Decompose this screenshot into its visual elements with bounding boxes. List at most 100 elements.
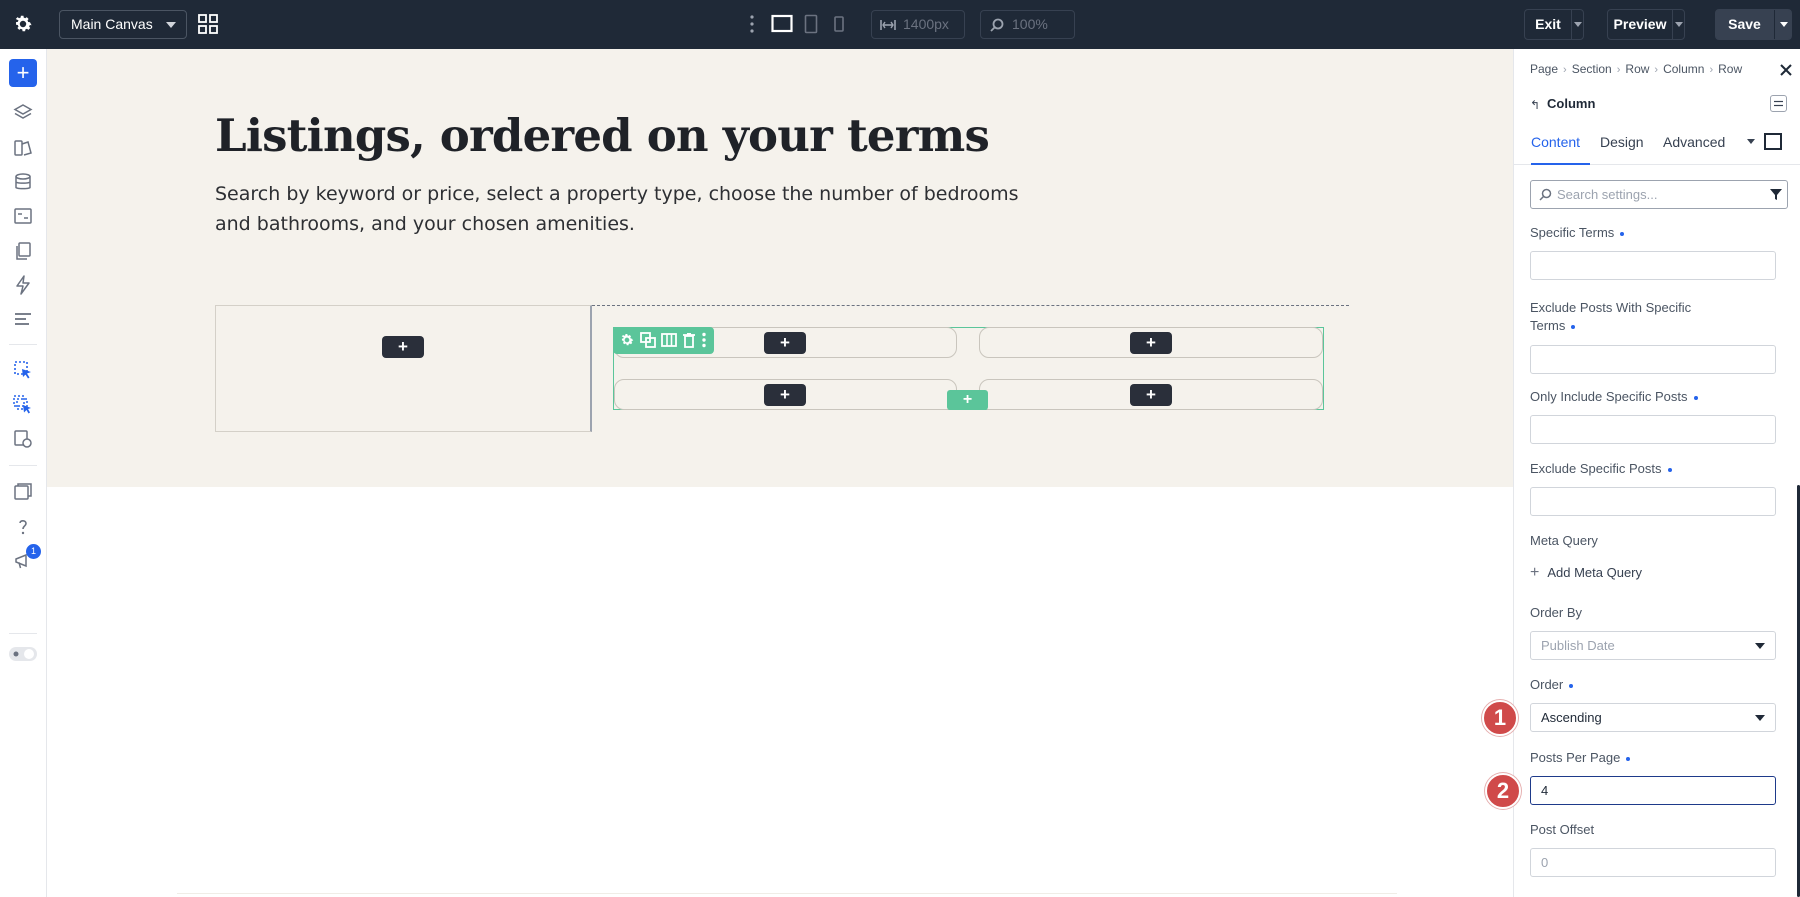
post-offset-input[interactable]: 0 xyxy=(1530,848,1776,877)
meta-query-label: Meta Query xyxy=(1530,533,1598,548)
add-row-button[interactable]: + xyxy=(947,390,988,410)
settings-search[interactable]: Search settings... xyxy=(1530,180,1788,209)
add-meta-query-button[interactable]: + Add Meta Query xyxy=(1530,564,1642,582)
lightning-icon[interactable] xyxy=(13,275,33,295)
add-element-button[interactable]: + xyxy=(9,59,37,87)
preview-dropdown-icon[interactable] xyxy=(1675,22,1683,27)
back-arrow-icon[interactable]: ↰ xyxy=(1530,98,1540,112)
tab-advanced[interactable]: Advanced xyxy=(1663,133,1725,165)
canvas-select[interactable]: Main Canvas xyxy=(59,10,187,39)
database-icon[interactable] xyxy=(13,172,33,192)
zoom-input[interactable]: 100% xyxy=(980,10,1075,39)
notification-badge: 1 xyxy=(26,544,41,559)
add-module-button[interactable]: + xyxy=(1130,332,1172,354)
list-settings-icon[interactable] xyxy=(13,309,33,329)
posts-per-page-input[interactable]: 4 xyxy=(1530,776,1776,805)
modified-dot-icon xyxy=(1693,395,1698,400)
step-marker: 2 xyxy=(1485,773,1521,809)
form-settings-icon[interactable] xyxy=(13,206,33,226)
order-by-select[interactable]: Publish Date xyxy=(1530,631,1776,660)
chevron-down-icon xyxy=(1755,643,1765,649)
breadcrumb-separator-icon: › xyxy=(1616,64,1621,76)
breadcrumb-item[interactable]: Column xyxy=(1663,62,1704,76)
grid-layout-icon[interactable] xyxy=(198,14,218,34)
builder-canvas[interactable]: Listings, ordered on your terms Search b… xyxy=(47,49,1513,897)
design-library-icon[interactable] xyxy=(13,138,33,158)
breadcrumb-item[interactable]: Row xyxy=(1625,62,1649,76)
save-dropdown-icon[interactable] xyxy=(1780,22,1788,27)
canvases-icon[interactable] xyxy=(13,482,33,502)
left-sidebar: + 1 xyxy=(0,49,47,897)
preview-button-label: Preview xyxy=(1613,16,1667,32)
tab-design[interactable]: Design xyxy=(1600,133,1644,165)
modified-dot-icon xyxy=(1569,683,1574,688)
exit-button[interactable]: Exit xyxy=(1524,9,1584,40)
tab-content[interactable]: Content xyxy=(1531,133,1590,165)
settings-panel: Page › Section › Row › Column › Row ↰ Column Con… xyxy=(1513,49,1800,897)
settings-gear-icon[interactable] xyxy=(12,13,34,35)
pages-icon[interactable] xyxy=(13,241,33,261)
specific-terms-input[interactable] xyxy=(1530,251,1776,280)
zoom-search-icon xyxy=(990,18,1004,32)
row-toolbar xyxy=(613,327,714,354)
post-offset-placeholder: 0 xyxy=(1541,855,1549,870)
exclude-posts-input[interactable] xyxy=(1530,487,1776,516)
row-settings-icon[interactable] xyxy=(619,332,635,348)
exit-split-divider xyxy=(1571,10,1572,39)
plus-icon: + xyxy=(1530,564,1540,581)
post-offset-label: Post Offset xyxy=(1530,822,1595,837)
modified-dot-icon xyxy=(1626,756,1631,761)
desktop-view-icon[interactable] xyxy=(771,14,793,34)
page-description: Search by keyword or price, select a pro… xyxy=(215,183,1019,235)
duplicate-icon[interactable] xyxy=(640,332,656,348)
preview-button[interactable]: Preview xyxy=(1607,9,1685,40)
only-include-posts-input[interactable] xyxy=(1530,415,1776,444)
left-column[interactable]: + xyxy=(215,305,592,432)
field-label: Specific Terms xyxy=(1530,224,1625,242)
phone-view-icon[interactable] xyxy=(833,14,845,34)
canvas-width-input[interactable]: 1400px xyxy=(871,10,965,39)
theme-builder-icon[interactable] xyxy=(13,429,33,449)
tabs-more-icon[interactable] xyxy=(1747,139,1755,144)
toggle-knob xyxy=(24,649,34,659)
hero-section[interactable]: Listings, ordered on your terms Search b… xyxy=(47,49,1513,487)
exit-dropdown-icon[interactable] xyxy=(1574,22,1582,27)
save-split-divider xyxy=(1774,10,1775,39)
field-label: Exclude Posts With Specific Terms xyxy=(1530,300,1692,333)
select-element-icon[interactable] xyxy=(13,360,33,380)
breadcrumb-separator-icon: › xyxy=(1654,64,1659,76)
help-icon[interactable] xyxy=(13,517,33,537)
panel-options-icon[interactable] xyxy=(1770,95,1787,112)
exclude-terms-input[interactable] xyxy=(1530,345,1776,374)
save-button[interactable]: Save xyxy=(1715,9,1792,40)
chevron-down-icon xyxy=(166,22,176,28)
modified-dot-icon xyxy=(1620,231,1625,236)
multi-select-icon[interactable] xyxy=(13,395,33,415)
close-icon[interactable] xyxy=(1779,63,1793,77)
columns-icon[interactable] xyxy=(661,332,677,348)
view-toggle-icon[interactable] xyxy=(1764,133,1782,150)
section-divider xyxy=(177,893,1397,894)
add-module-button[interactable]: + xyxy=(382,336,424,358)
filter-icon[interactable] xyxy=(1770,189,1782,200)
rail-divider xyxy=(9,344,37,345)
more-options-icon[interactable] xyxy=(750,14,754,34)
add-module-button[interactable]: + xyxy=(1130,384,1172,406)
mode-toggle[interactable] xyxy=(9,647,37,661)
column-boundary-line xyxy=(592,305,1349,306)
breadcrumb-item[interactable]: Page xyxy=(1530,62,1558,76)
tablet-view-icon[interactable] xyxy=(804,14,818,34)
trash-icon[interactable] xyxy=(682,332,696,348)
add-module-button[interactable]: + xyxy=(764,384,806,406)
breadcrumb-item[interactable]: Section xyxy=(1572,62,1612,76)
field-label: Order xyxy=(1530,676,1574,694)
order-select[interactable]: Ascending xyxy=(1530,703,1776,732)
add-module-button[interactable]: + xyxy=(764,332,806,354)
rail-divider xyxy=(9,633,37,634)
more-options-icon[interactable] xyxy=(701,332,707,348)
search-placeholder: Search settings... xyxy=(1557,187,1658,202)
layers-icon[interactable] xyxy=(13,103,33,123)
breadcrumb: Page › Section › Row › Column › Row xyxy=(1530,62,1742,76)
modified-dot-icon xyxy=(1571,324,1576,329)
breadcrumb-item[interactable]: Row xyxy=(1718,62,1742,76)
